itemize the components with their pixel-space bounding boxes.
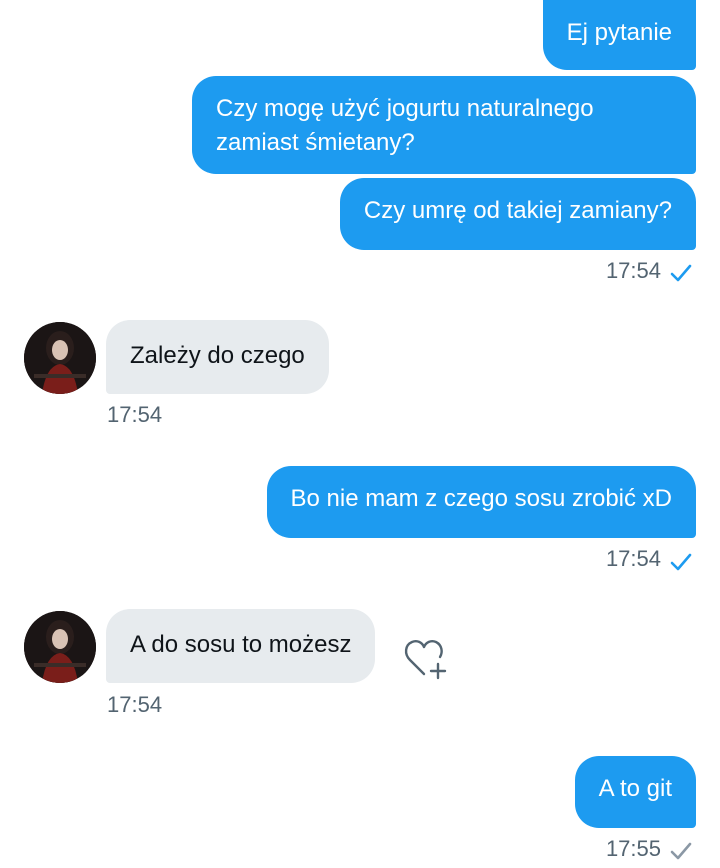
message-timestamp: 17:54 xyxy=(107,692,163,717)
message-timestamp: 17:55 xyxy=(605,836,661,861)
message-bubble-sent[interactable]: Bo nie mam z czego sosu zrobić xD xyxy=(266,466,696,538)
message-bubble-sent[interactable]: Czy umrę od takiej zamiany? xyxy=(339,178,696,250)
avatar[interactable] xyxy=(24,322,96,394)
message-bubble-received[interactable]: Zależy do czego xyxy=(106,320,329,394)
avatar[interactable] xyxy=(24,611,96,683)
message-timestamp: 17:54 xyxy=(605,546,661,571)
check-icon xyxy=(670,842,692,860)
check-icon xyxy=(670,553,692,571)
heart-plus-icon[interactable] xyxy=(402,636,450,680)
message-bubble-sent[interactable]: Ej pytanie xyxy=(542,0,696,70)
message-timestamp: 17:54 xyxy=(605,258,661,283)
check-icon xyxy=(670,264,692,282)
message-bubble-received[interactable]: A do sosu to możesz xyxy=(106,609,376,683)
message-bubble-sent[interactable]: A to git xyxy=(574,756,696,828)
message-timestamp: 17:54 xyxy=(107,402,163,427)
message-bubble-sent[interactable]: Czy mogę użyć jogurtu naturalnego zamias… xyxy=(192,76,696,174)
